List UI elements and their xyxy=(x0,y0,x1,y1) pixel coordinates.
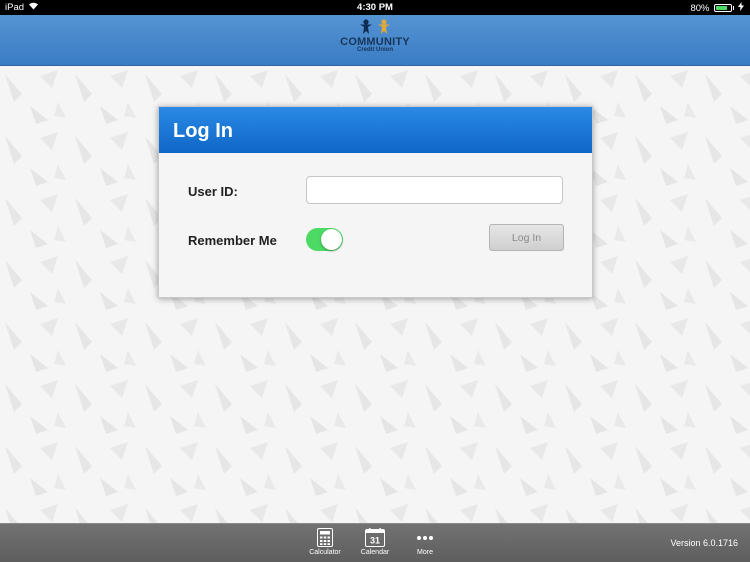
battery-tip xyxy=(732,6,734,10)
battery-percent: 80% xyxy=(690,2,710,14)
user-id-input[interactable] xyxy=(306,176,563,204)
calendar-day: 31 xyxy=(370,536,380,546)
calculator-icon xyxy=(300,527,350,548)
logo-subtitle: Credit Union xyxy=(357,47,393,53)
toggle-knob xyxy=(321,229,342,250)
user-id-label: User ID: xyxy=(188,184,238,199)
status-bar: iPad 4:30 PM 80% xyxy=(0,0,750,15)
status-time: 4:30 PM xyxy=(357,2,393,13)
app-header: COMMUNITY Credit Union xyxy=(0,15,750,66)
login-title: Log In xyxy=(159,107,592,153)
battery-icon xyxy=(713,4,732,12)
battery-fill xyxy=(715,6,727,10)
remember-me-label: Remember Me xyxy=(188,233,277,248)
remember-me-toggle[interactable] xyxy=(306,228,343,251)
toolbar-item-more[interactable]: More xyxy=(400,527,450,556)
toolbar-item-calculator[interactable]: Calculator xyxy=(300,527,350,556)
status-right: 80% xyxy=(690,2,744,14)
toolbar-label: Calculator xyxy=(309,549,341,556)
community-credit-union-logo: COMMUNITY Credit Union xyxy=(0,19,750,53)
login-card: Log In User ID: Remember Me Log In xyxy=(158,106,593,298)
toolbar-label: Calendar xyxy=(360,549,390,556)
toolbar-item-calendar[interactable]: 31 Calendar xyxy=(350,527,400,556)
toolbar-label: More xyxy=(417,549,433,556)
login-button[interactable]: Log In xyxy=(489,224,564,251)
calendar-icon: 31 xyxy=(350,527,400,548)
version-label: Version 6.0.1716 xyxy=(670,538,738,548)
bottom-toolbar: Calculator 31 Calendar More Version 6.0.… xyxy=(0,523,750,562)
more-icon xyxy=(400,527,450,548)
logo-figures-icon xyxy=(0,19,750,35)
charging-icon xyxy=(738,2,744,14)
